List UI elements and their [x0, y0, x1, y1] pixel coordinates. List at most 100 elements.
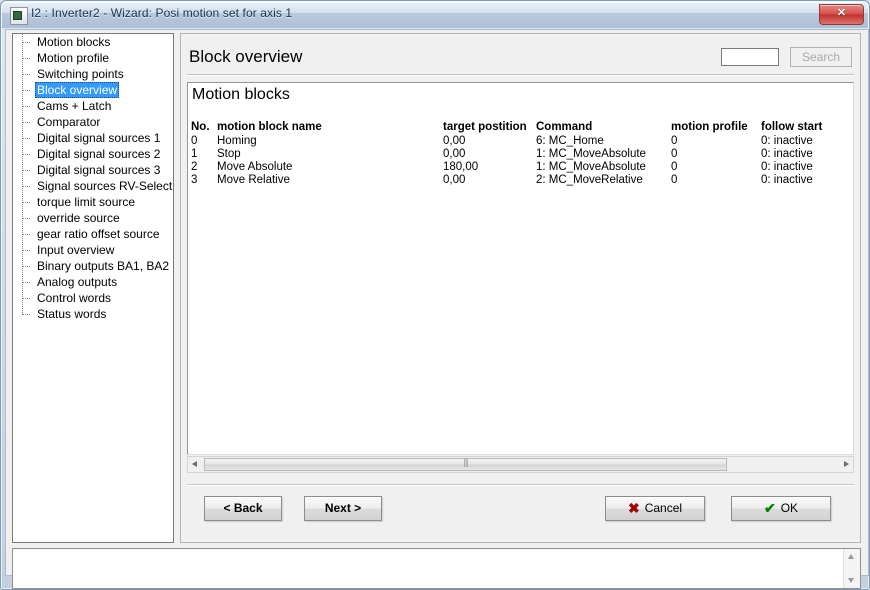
- sidebar-item-label: gear ratio offset source: [37, 227, 160, 241]
- wizard-window: I2 : Inverter2 - Wizard: Posi motion set…: [0, 0, 870, 590]
- column-header: Command: [536, 121, 593, 133]
- cancel-button[interactable]: ✖ Cancel: [605, 496, 705, 521]
- close-icon[interactable]: [819, 4, 864, 25]
- cell-no: 2: [191, 161, 198, 173]
- client-area: Motion blocks Motion profile Switching poi…: [5, 29, 869, 589]
- table-header-row: No. motion block name target postition Comm…: [188, 121, 853, 134]
- sidebar-item-label: Comparator: [37, 115, 101, 129]
- sidebar-item-label: Switching points: [37, 67, 124, 81]
- cell-name: Homing: [217, 135, 257, 147]
- sidebar-item-digital-signal-sources-1[interactable]: Digital signal sources 1: [13, 130, 173, 146]
- cell-target: 0,00: [443, 148, 466, 160]
- sidebar-item-motion-profile[interactable]: Motion profile: [13, 50, 173, 66]
- cell-name: Move Relative: [217, 174, 290, 186]
- log-vertical-scrollbar[interactable]: [843, 549, 860, 588]
- sidebar-item-torque-limit-source[interactable]: torque limit source: [13, 194, 173, 210]
- cell-command: 1: MC_MoveAbsolute: [536, 161, 646, 173]
- sidebar-item-cams-latch[interactable]: Cams + Latch: [13, 98, 173, 114]
- title-divider: [187, 74, 854, 76]
- sidebar-item-override-source[interactable]: override source: [13, 210, 173, 226]
- next-button[interactable]: Next >: [304, 496, 382, 521]
- ok-check-icon: ✔: [763, 500, 776, 516]
- ok-button[interactable]: ✔ OK: [731, 496, 831, 521]
- scrollbar-thumb[interactable]: [204, 457, 727, 471]
- sidebar-item-label: Digital signal sources 1: [37, 131, 161, 145]
- cell-follow: 0: inactive: [761, 174, 813, 186]
- sidebar-item-gear-ratio-offset-source[interactable]: gear ratio offset source: [13, 226, 173, 242]
- sidebar-item-label: torque limit source: [37, 195, 136, 209]
- column-header: No.: [191, 121, 210, 133]
- cell-follow: 0: inactive: [761, 148, 813, 160]
- sidebar-item-label: override source: [37, 211, 120, 225]
- cell-target: 0,00: [443, 174, 466, 186]
- sidebar-item-switching-points[interactable]: Switching points: [13, 66, 173, 82]
- column-header: motion block name: [217, 121, 322, 133]
- cell-target: 180,00: [443, 161, 479, 173]
- cell-profile: 0: [671, 135, 678, 147]
- cancel-button-label: Cancel: [644, 501, 683, 515]
- column-header: target postition: [443, 121, 527, 133]
- table-row[interactable]: 3 Move Relative 0,00 2: MC_MoveRelative 0 0: …: [188, 174, 853, 187]
- sidebar-item-motion-blocks[interactable]: Motion blocks: [13, 34, 173, 50]
- scroll-left-arrow-icon[interactable]: [188, 457, 203, 472]
- sidebar-item-label: Status words: [37, 307, 107, 321]
- sidebar-item-label: Digital signal sources 2: [37, 147, 161, 161]
- back-button[interactable]: < Back: [204, 496, 282, 521]
- sidebar-item-block-overview[interactable]: Block overview: [13, 82, 173, 98]
- cell-follow: 0: inactive: [761, 161, 813, 173]
- sidebar-item-label: Block overview: [35, 82, 120, 98]
- window-title: I2 : Inverter2 - Wizard: Posi motion set…: [31, 6, 293, 20]
- navigation-tree[interactable]: Motion blocks Motion profile Switching poi…: [12, 33, 174, 543]
- cell-profile: 0: [671, 174, 678, 186]
- column-header: motion profile: [671, 121, 748, 133]
- window-titlebar: I2 : Inverter2 - Wizard: Posi motion set…: [2, 2, 868, 28]
- cell-profile: 0: [671, 161, 678, 173]
- search-input[interactable]: [721, 48, 779, 66]
- scroll-right-arrow-icon[interactable]: [838, 457, 853, 472]
- sidebar-item-binary-outputs-ba1-ba2[interactable]: Binary outputs BA1, BA2: [13, 258, 173, 274]
- cell-profile: 0: [671, 148, 678, 160]
- column-header: follow start: [761, 121, 823, 133]
- cell-command: 1: MC_MoveAbsolute: [536, 148, 646, 160]
- cell-follow: 0: inactive: [761, 135, 813, 147]
- table-row[interactable]: 1 Stop 0,00 1: MC_MoveAbsolute 0 0: inactive: [188, 148, 853, 161]
- cell-command: 2: MC_MoveRelative: [536, 174, 643, 186]
- page-title: Block overview: [189, 47, 303, 66]
- sidebar-item-label: Motion profile: [37, 51, 110, 65]
- cell-command: 6: MC_Home: [536, 135, 604, 147]
- cell-name: Stop: [217, 148, 241, 160]
- log-pane[interactable]: [12, 548, 861, 589]
- sidebar-item-label: Motion blocks: [37, 35, 111, 49]
- sidebar-item-label: Analog outputs: [37, 275, 118, 289]
- sidebar-item-analog-outputs[interactable]: Analog outputs: [13, 274, 173, 290]
- scroll-up-arrow-icon[interactable]: [844, 549, 859, 565]
- sidebar-item-digital-signal-sources-3[interactable]: Digital signal sources 3: [13, 162, 173, 178]
- cell-name: Move Absolute: [217, 161, 293, 173]
- search-button[interactable]: Search: [790, 47, 852, 67]
- horizontal-scrollbar[interactable]: [187, 456, 854, 473]
- cell-no: 1: [191, 148, 198, 160]
- sidebar-item-label: Signal sources RV-Select: [37, 179, 173, 193]
- motion-blocks-panel: Motion blocks No. motion block name target…: [187, 82, 854, 455]
- cancel-x-icon: ✖: [627, 500, 640, 516]
- sidebar-item-status-words[interactable]: Status words: [13, 306, 173, 322]
- sidebar-item-control-words[interactable]: Control words: [13, 290, 173, 306]
- table-row[interactable]: 0 Homing 0,00 6: MC_Home 0 0: inactive: [188, 135, 853, 148]
- motion-blocks-table: No. motion block name target postition Comm…: [188, 121, 853, 187]
- scroll-down-arrow-icon[interactable]: [844, 572, 859, 588]
- footer-divider: [187, 484, 854, 486]
- main-panel: Block overview Search Motion blocks No. m…: [180, 33, 861, 543]
- table-row[interactable]: 2 Move Absolute 180,00 1: MC_MoveAbsolute 0 0…: [188, 161, 853, 174]
- sidebar-item-label: Cams + Latch: [37, 99, 112, 113]
- sidebar-item-label: Binary outputs BA1, BA2: [37, 259, 170, 273]
- sidebar-item-label: Control words: [37, 291, 112, 305]
- cell-no: 0: [191, 135, 198, 147]
- sidebar-item-signal-sources-rv-select[interactable]: Signal sources RV-Select: [13, 178, 173, 194]
- application-icon: [10, 7, 28, 25]
- ok-button-label: OK: [780, 501, 799, 515]
- sidebar-item-label: Input overview: [37, 243, 115, 257]
- sidebar-item-comparator[interactable]: Comparator: [13, 114, 173, 130]
- sidebar-item-label: Digital signal sources 3: [37, 163, 161, 177]
- sidebar-item-digital-signal-sources-2[interactable]: Digital signal sources 2: [13, 146, 173, 162]
- sidebar-item-input-overview[interactable]: Input overview: [13, 242, 173, 258]
